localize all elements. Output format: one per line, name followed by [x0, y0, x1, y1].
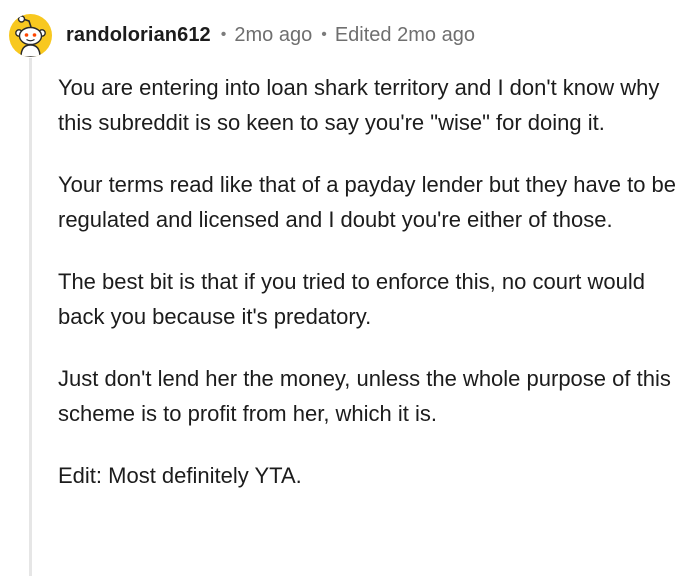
comment-paragraph: You are entering into loan shark territo…	[58, 75, 660, 135]
comment-timestamp: 2mo ago	[234, 23, 313, 46]
separator-dot: •	[321, 26, 327, 43]
comment-header: randolorian612 • 2mo ago • Edited 2mo ag…	[9, 13, 475, 57]
comment-paragraph: Edit: Most definitely YTA.	[58, 463, 302, 488]
comment-body: You are entering into loan shark territo…	[58, 70, 694, 520]
comment-paragraph: The best bit is that if you tried to enf…	[58, 269, 645, 329]
username-link[interactable]: randolorian612	[66, 24, 211, 47]
edited-timestamp: Edited 2mo ago	[334, 23, 475, 46]
separator-dot: •	[220, 26, 227, 43]
comment-paragraph: Your terms read like that of a payday le…	[58, 172, 677, 232]
snoo-avatar-icon[interactable]	[9, 13, 52, 57]
comment-paragraph: Just don't lend her the money, unless th…	[58, 366, 671, 426]
thread-line[interactable]	[29, 58, 32, 576]
